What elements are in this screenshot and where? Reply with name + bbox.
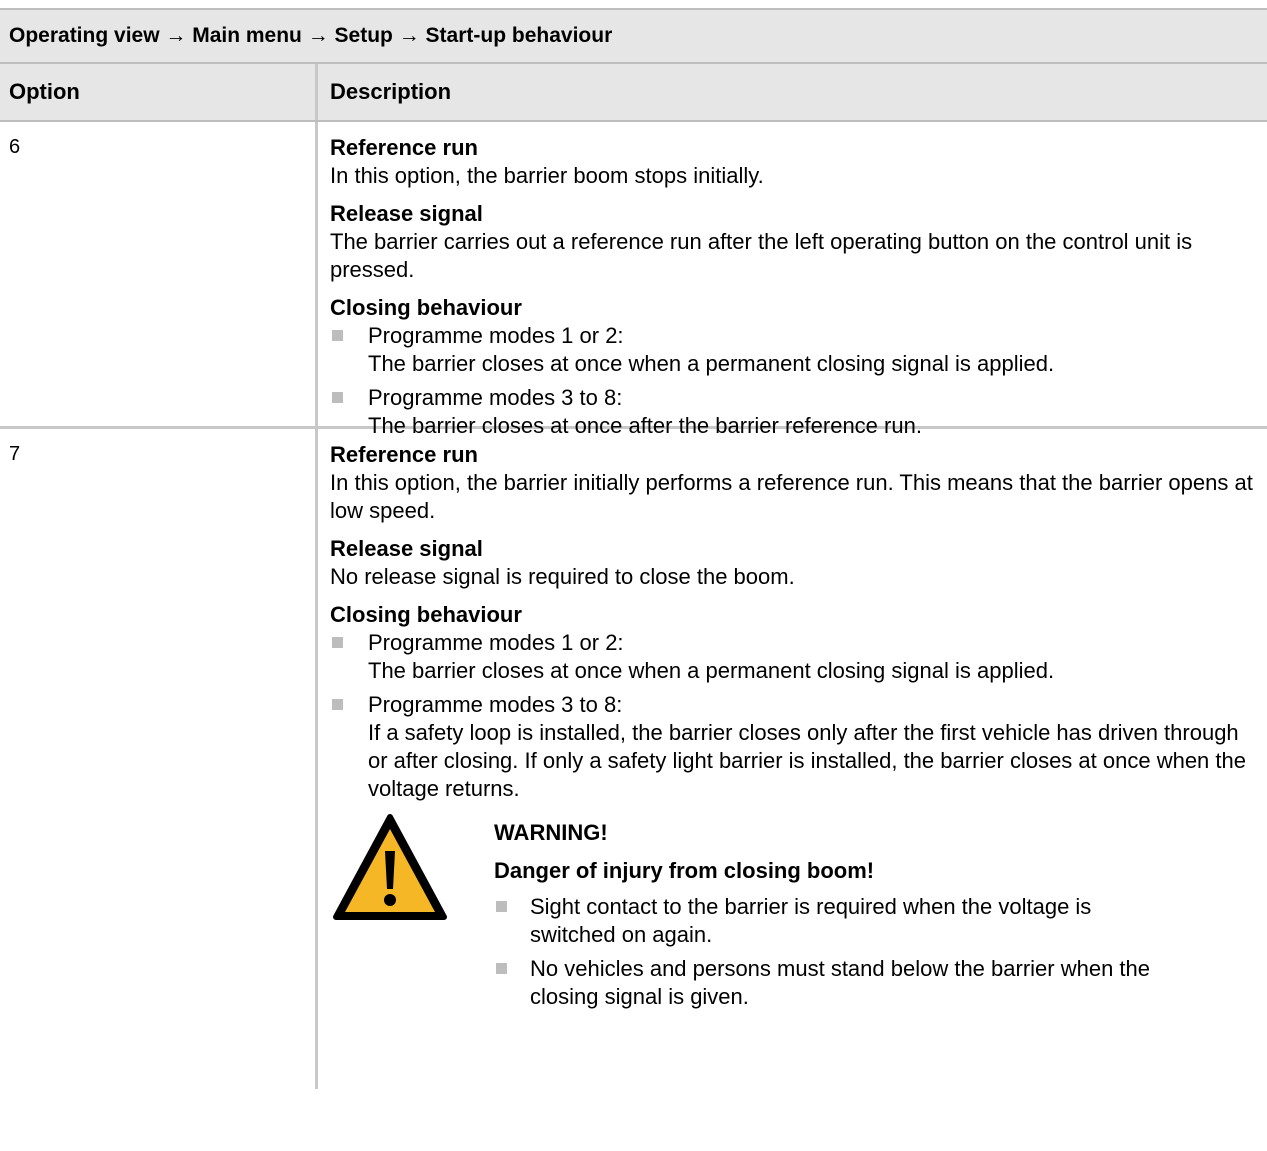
list-item: Programme modes 1 or 2: The barrier clos… (330, 322, 1260, 378)
list-item-title: Programme modes 3 to 8: (368, 692, 623, 717)
reference-run-text: In this option, the barrier boom stops i… (330, 163, 764, 188)
table-header: Option Description (0, 64, 1267, 122)
bullet-square-icon (496, 901, 507, 912)
closing-behaviour-heading: Closing behaviour (330, 602, 522, 627)
warning-triangle-icon (333, 814, 447, 920)
table-row: 6 Reference run In this option, the barr… (0, 122, 1267, 438)
list-item: Programme modes 3 to 8: If a safety loop… (330, 691, 1260, 803)
list-item: Sight contact to the barrier is required… (494, 893, 1150, 949)
warning-text: WARNING! Danger of injury from closing b… (494, 813, 1150, 1017)
list-item: Programme modes 1 or 2: The barrier clos… (330, 629, 1260, 685)
list-item-title: Programme modes 1 or 2: (368, 323, 624, 348)
bullet-square-icon (332, 330, 343, 341)
warning-item-text: No vehicles and persons must stand below… (530, 956, 1151, 1009)
release-signal-heading: Release signal (330, 201, 483, 226)
column-header-description: Description (330, 79, 452, 104)
breadcrumb: Operating view → Main menu → Setup → Sta… (0, 8, 1267, 64)
closing-behaviour-list: Programme modes 1 or 2: The barrier clos… (330, 322, 1260, 440)
table-row: 7 Reference run In this option, the barr… (0, 429, 1267, 1089)
release-signal-text: The barrier carries out a reference run … (330, 229, 1193, 282)
bullet-square-icon (332, 392, 343, 403)
bullet-square-icon (496, 963, 507, 974)
list-item-text: The barrier closes at once when a perman… (368, 658, 1055, 683)
warning-item-text: Sight contact to the barrier is required… (530, 894, 1092, 947)
list-item-text: If a safety loop is installed, the barri… (368, 720, 1246, 801)
option-value: 6 (0, 122, 318, 426)
list-item-text: The barrier closes at once when a perman… (368, 351, 1055, 376)
warning-list: Sight contact to the barrier is required… (494, 893, 1150, 1011)
option-description: Reference run In this option, the barrie… (318, 429, 1260, 1089)
release-signal-text: No release signal is required to close t… (330, 564, 795, 589)
option-value: 7 (0, 429, 318, 1089)
option-description: Reference run In this option, the barrie… (318, 122, 1260, 438)
reference-run-heading: Reference run (330, 135, 478, 160)
list-item-text: The barrier closes at once after the bar… (368, 413, 922, 438)
warning-notice: WARNING! Danger of injury from closing b… (330, 813, 1260, 1017)
bullet-square-icon (332, 699, 343, 710)
reference-run-text: In this option, the barrier initially pe… (330, 470, 1253, 523)
warning-subtitle: Danger of injury from closing boom! (494, 858, 875, 883)
list-item: No vehicles and persons must stand below… (494, 955, 1150, 1011)
column-header-option: Option (0, 64, 318, 120)
reference-run-heading: Reference run (330, 442, 478, 467)
release-signal-heading: Release signal (330, 536, 483, 561)
list-item-title: Programme modes 1 or 2: (368, 630, 624, 655)
warning-title: WARNING! (494, 820, 608, 845)
closing-behaviour-list: Programme modes 1 or 2: The barrier clos… (330, 629, 1260, 803)
start-up-behaviour-table: Operating view → Main menu → Setup → Sta… (0, 8, 1267, 1089)
list-item: Programme modes 3 to 8: The barrier clos… (330, 384, 1260, 440)
list-item-title: Programme modes 3 to 8: (368, 385, 623, 410)
closing-behaviour-heading: Closing behaviour (330, 295, 522, 320)
bullet-square-icon (332, 637, 343, 648)
